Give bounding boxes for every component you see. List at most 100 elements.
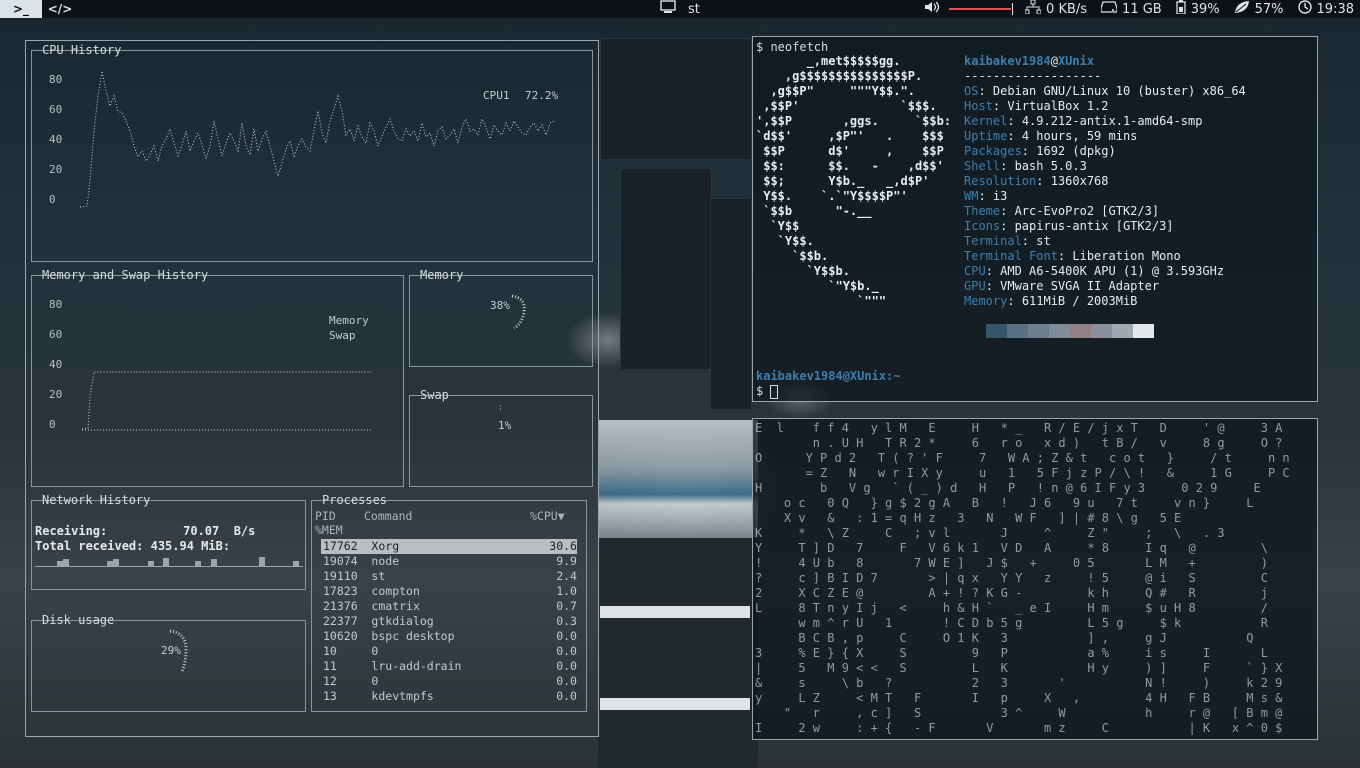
swap-title: Swap <box>420 388 449 402</box>
info-theme: Theme: Arc-EvoPro2 [GTK2/3] <box>964 204 1160 218</box>
cpu-history-graph <box>79 70 555 208</box>
process-list: 17762 Xorg 30.6 19074 node 9.9 19110st 2.4 17… <box>321 539 577 704</box>
receiving-value: 70.07 <box>183 524 220 538</box>
cpu-load: 57% <box>1254 1 1284 17</box>
text-cursor <box>770 384 779 399</box>
top-bar: >_ </> st 0 KB/s 11 GB 39% 57% 19:38 <box>0 0 1360 18</box>
table-row[interactable]: 17762 Xorg 30.6 <box>321 539 577 554</box>
network-widget: 0 KB/s <box>1024 0 1087 18</box>
network-icon <box>1024 0 1042 18</box>
swap-gauge <box>500 405 503 410</box>
disk-free: 11 GB <box>1122 1 1162 17</box>
wallpaper-crosswalk <box>600 606 750 618</box>
info-resolution: Resolution: 1360x768 <box>964 174 1109 188</box>
color-swatch <box>1133 324 1154 338</box>
table-row[interactable]: 12 0 0.0 <box>321 674 577 689</box>
code-workspace-icon[interactable]: </> <box>42 0 78 18</box>
cpu-legend: CPU1 <box>483 89 510 102</box>
disk-gauge <box>169 629 188 672</box>
wallpaper-road <box>598 538 758 768</box>
network-history-title: Network History <box>42 493 151 507</box>
color-swatch <box>1070 324 1091 338</box>
memory-history-panel: Memory and Swap History 80 60 40 20 0 Me… <box>31 268 404 487</box>
color-palette <box>986 324 1154 338</box>
color-swatch <box>1049 324 1070 338</box>
hostname: XUnix <box>1057 54 1095 68</box>
table-row[interactable]: 22377 gtkdialog 0.3 <box>321 614 577 629</box>
color-swatch <box>1112 324 1133 338</box>
memory-panel: Memory 38% <box>409 268 593 367</box>
disk-widget: 11 GB <box>1100 1 1162 17</box>
info-memory: Memory: 611MiB / 2003MiB <box>964 294 1138 308</box>
matrix-rain: E l f f 4 y l M E H * _ R / E / j x T D … <box>755 421 1290 735</box>
prompt-dollar: $ <box>756 384 764 398</box>
info-terminal: Terminal: st <box>964 234 1051 248</box>
total-received-line: Total received: 435.94 MiB: <box>35 539 230 553</box>
total-received-value: 435.94 MiB: <box>150 539 231 553</box>
table-row[interactable]: 10620 bspc desktop 0.0 <box>321 629 577 644</box>
network-sparkline <box>35 557 303 567</box>
wallpaper-building <box>600 38 752 160</box>
table-row[interactable]: 19074 node 9.9 <box>321 554 577 569</box>
info-cpu: CPU: AMD A6-5400K APU (1) @ 3.593GHz <box>964 264 1225 278</box>
table-row[interactable]: 13 kdevtmpfs 0.0 <box>321 689 577 704</box>
receiving-unit: B/s <box>233 524 256 538</box>
shell-prompt: kaibakev1984@XUnix:~ <box>756 369 901 383</box>
volume-icon <box>924 1 940 17</box>
disk-usage-panel: Disk usage 29% <box>31 613 306 712</box>
table-row[interactable]: 19110st 2.4 <box>321 569 577 584</box>
info-wm: WM: i3 <box>964 189 1008 203</box>
window-title: st <box>688 1 700 17</box>
wallpaper-train <box>598 420 758 540</box>
network-history-panel: Network History Receiving: 70.07 B/s Tota… <box>31 493 306 590</box>
color-swatch <box>986 324 1007 338</box>
wallpaper-building <box>710 198 752 410</box>
window-icon <box>660 0 676 18</box>
info-shell: Shell: bash 5.0.3 <box>964 159 1087 173</box>
neofetch-command: $ neofetch <box>756 40 829 54</box>
table-row[interactable]: 10 0 0.0 <box>321 644 577 659</box>
col-cpu[interactable]: %CPU▼ <box>530 509 565 523</box>
swap-percent: 1% <box>498 419 512 432</box>
info-host: Host: VirtualBox 1.2 <box>964 99 1109 113</box>
swap-panel: Swap 1% <box>409 388 593 487</box>
cpu-widget: 57% <box>1234 0 1284 18</box>
battery-icon <box>1176 0 1186 18</box>
memory-percent: 38% <box>490 299 510 312</box>
volume-slider[interactable] <box>949 3 1014 15</box>
info-packages: Packages: 1692 (dpkg) <box>964 144 1116 158</box>
col-command[interactable]: Command <box>364 509 412 523</box>
col-pid[interactable]: PID <box>315 509 336 523</box>
receiving-line: Receiving: 70.07 B/s <box>35 524 255 538</box>
clock-icon <box>1297 0 1312 18</box>
shell-input-line[interactable]: $ <box>756 384 779 399</box>
processes-header: PID Command %CPU▼ %MEM <box>312 501 586 537</box>
receiving-label: Receiving: <box>35 524 108 538</box>
volume-widget[interactable] <box>924 1 1014 17</box>
cmatrix-terminal[interactable]: E l f f 4 y l M E H * _ R / E / j x T D … <box>752 418 1318 740</box>
color-swatch <box>1091 324 1112 338</box>
battery-widget: 39% <box>1176 0 1220 18</box>
table-row[interactable]: 11 lru-add-drain 0.0 <box>321 659 577 674</box>
info-terminal-font: Terminal Font: Liberation Mono <box>964 249 1181 263</box>
debian-ascii-logo: _,met$$$$$gg. ,g$$$$$$$$$$$$$$$P. ,g$$P"… <box>756 54 952 308</box>
user-host-line: kaibakev1984@XUnix <box>964 54 1095 68</box>
wallpaper-crosswalk <box>600 698 750 710</box>
info-uptime: Uptime: 4 hours, 59 mins <box>964 129 1138 143</box>
col-mem[interactable]: %MEM <box>315 523 343 537</box>
clock-time: 19:38 <box>1316 1 1354 17</box>
neofetch-info: kaibakev1984@XUnix ------------------- O… <box>964 54 1246 309</box>
memory-history-graph <box>81 371 372 431</box>
info-icons: Icons: papirus-antix [GTK2/3] <box>964 219 1174 233</box>
info-separator: ------------------- <box>964 69 1102 83</box>
swap-legend: Swap <box>329 329 356 342</box>
processes-panel: Processes PID Command %CPU▼ %MEM 17762 Xo… <box>311 493 587 712</box>
info-kernel: Kernel: 4.9.212-antix.1-amd64-smp <box>964 114 1203 128</box>
table-row[interactable]: 21376 cmatrix 0.7 <box>321 599 577 614</box>
disk-usage-title: Disk usage <box>42 613 115 627</box>
wallpaper-building <box>620 168 712 370</box>
table-row[interactable]: 17823 compton 1.0 <box>321 584 577 599</box>
info-gpu: GPU: VMware SVGA II Adapter <box>964 279 1160 293</box>
username: kaibakev1984 <box>964 54 1051 68</box>
terminal-workspace-icon[interactable]: >_ <box>0 0 42 18</box>
